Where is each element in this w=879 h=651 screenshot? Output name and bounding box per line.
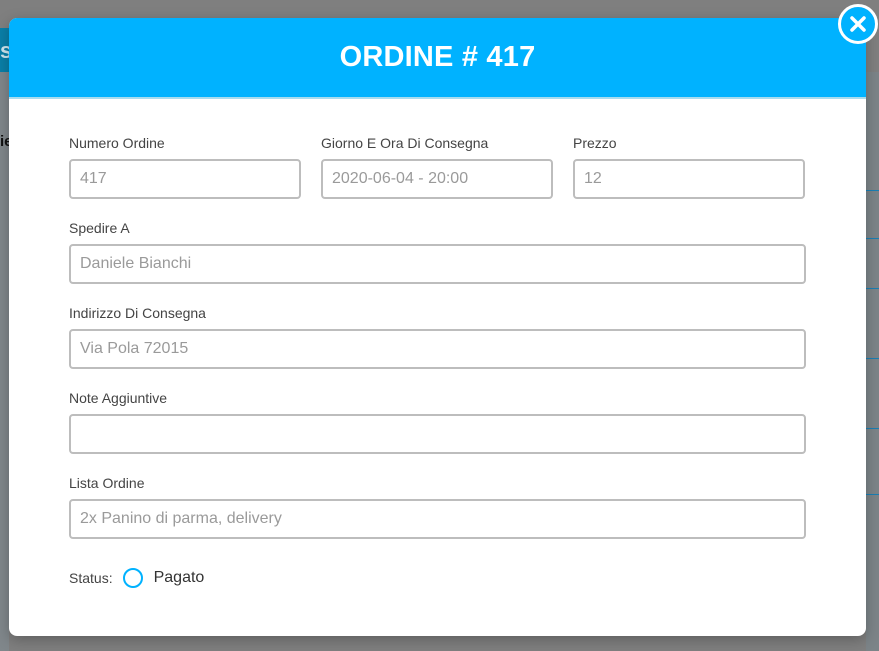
delivery-datetime-field[interactable] (321, 159, 553, 199)
ship-to-field[interactable] (69, 244, 806, 284)
order-list-field[interactable] (69, 499, 806, 539)
paid-radio-label[interactable]: Pagato (154, 569, 205, 587)
background-row-divider (866, 190, 879, 191)
notes-field[interactable] (69, 414, 806, 454)
background-row-divider (866, 494, 879, 495)
price-label: Prezzo (573, 135, 617, 151)
close-button[interactable] (838, 4, 878, 44)
background-row-divider (866, 288, 879, 289)
order-number-label: Numero Ordine (69, 135, 165, 151)
background-row-divider (866, 358, 879, 359)
order-number-field[interactable] (69, 159, 301, 199)
notes-label: Note Aggiuntive (69, 390, 168, 406)
modal-header: ORDINE # 417 (9, 18, 866, 99)
delivery-address-field[interactable] (69, 329, 806, 369)
delivery-address-label: Indirizzo Di Consegna (69, 305, 206, 321)
modal-title: ORDINE # 417 (339, 41, 536, 73)
background-right-panel (866, 72, 879, 651)
paid-radio[interactable] (122, 568, 143, 588)
background-row-divider (866, 428, 879, 429)
order-list-label: Lista Ordine (69, 475, 145, 491)
order-modal: ORDINE # 417 Numero Ordine Giorno E Ora … (9, 18, 866, 636)
delivery-datetime-label: Giorno E Ora Di Consegna (321, 135, 489, 151)
background-row-divider (866, 238, 879, 239)
background-left-panel (0, 72, 9, 651)
ship-to-label: Spedire A (69, 220, 130, 236)
status-row: Status: Pagato (69, 568, 204, 588)
status-label: Status: (69, 570, 113, 586)
close-icon (850, 16, 866, 32)
price-field[interactable] (573, 159, 805, 199)
